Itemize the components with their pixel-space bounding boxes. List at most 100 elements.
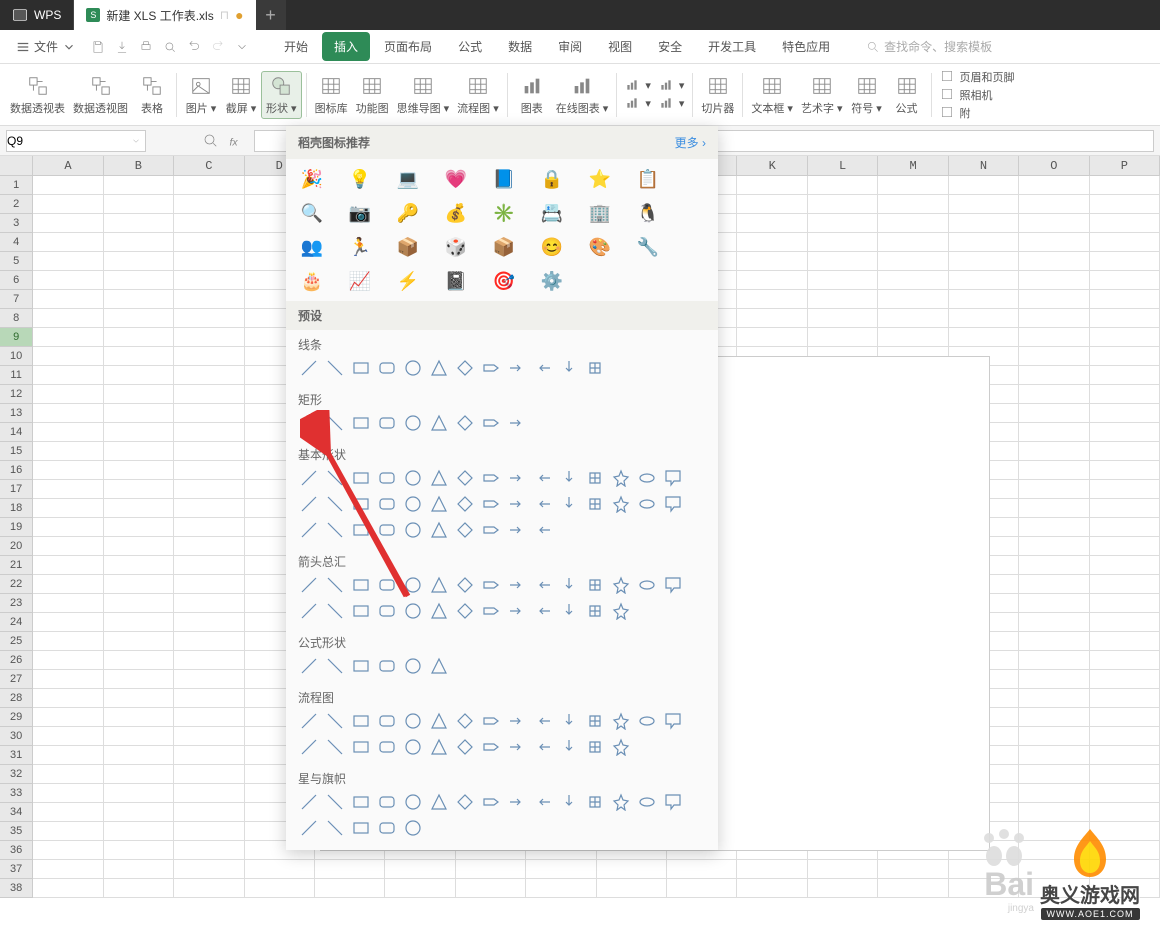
shape-option[interactable]	[350, 600, 372, 622]
col-header[interactable]: B	[104, 156, 174, 176]
row-header[interactable]: 22	[0, 575, 33, 594]
recommended-icon[interactable]: 📋	[636, 167, 660, 191]
cell[interactable]	[174, 328, 244, 347]
qat-more-icon[interactable]	[232, 37, 252, 57]
shape-option[interactable]	[350, 791, 372, 813]
cell[interactable]	[1019, 708, 1089, 727]
cell[interactable]	[33, 537, 103, 556]
recommended-icon[interactable]: 📓	[444, 269, 468, 293]
row-header[interactable]: 10	[0, 347, 33, 366]
shape-option[interactable]	[350, 817, 372, 839]
cell[interactable]	[104, 765, 174, 784]
cell[interactable]	[385, 860, 455, 879]
col-header[interactable]: C	[174, 156, 244, 176]
row-header[interactable]: 15	[0, 442, 33, 461]
shape-option[interactable]	[298, 817, 320, 839]
cell[interactable]	[33, 499, 103, 518]
cell[interactable]	[104, 499, 174, 518]
cell[interactable]	[1019, 651, 1089, 670]
shape-option[interactable]	[558, 467, 580, 489]
cell[interactable]	[878, 879, 948, 898]
recommended-icon[interactable]: 📦	[396, 235, 420, 259]
preview-icon[interactable]	[160, 37, 180, 57]
cell[interactable]	[1090, 347, 1160, 366]
recommended-icon[interactable]: 🎂	[300, 269, 324, 293]
shape-option[interactable]	[402, 519, 424, 541]
cell[interactable]	[33, 670, 103, 689]
cell[interactable]	[174, 366, 244, 385]
cell[interactable]	[1019, 746, 1089, 765]
cell[interactable]	[456, 860, 526, 879]
row-header[interactable]: 32	[0, 765, 33, 784]
shape-option[interactable]	[480, 736, 502, 758]
cell[interactable]	[33, 480, 103, 499]
cell[interactable]	[949, 233, 1019, 252]
row-header[interactable]: 29	[0, 708, 33, 727]
chart-type-button[interactable]: ▾	[659, 96, 685, 112]
row-header[interactable]: 36	[0, 841, 33, 860]
row-header[interactable]: 16	[0, 461, 33, 480]
col-header[interactable]: P	[1090, 156, 1160, 176]
cell[interactable]	[33, 214, 103, 233]
cell[interactable]	[33, 784, 103, 803]
cell[interactable]	[104, 746, 174, 765]
cell[interactable]	[104, 423, 174, 442]
cell[interactable]	[104, 613, 174, 632]
cell[interactable]	[1090, 480, 1160, 499]
cell[interactable]	[33, 689, 103, 708]
cell[interactable]	[1090, 594, 1160, 613]
shape-option[interactable]	[454, 710, 476, 732]
cell[interactable]	[737, 233, 807, 252]
recommended-icon[interactable]: 🔑	[396, 201, 420, 225]
cell[interactable]	[104, 537, 174, 556]
cell[interactable]	[1090, 423, 1160, 442]
cell[interactable]	[104, 651, 174, 670]
cell[interactable]	[174, 632, 244, 651]
cell[interactable]	[33, 366, 103, 385]
cell[interactable]	[949, 271, 1019, 290]
cell[interactable]	[737, 879, 807, 898]
shape-option[interactable]	[610, 600, 632, 622]
cell[interactable]	[104, 727, 174, 746]
recommended-icon[interactable]: 🎨	[588, 235, 612, 259]
shape-option[interactable]	[532, 574, 554, 596]
row-header[interactable]: 3	[0, 214, 33, 233]
recommended-icon[interactable]: 📘	[492, 167, 516, 191]
shape-option[interactable]	[584, 493, 606, 515]
shape-option[interactable]	[532, 467, 554, 489]
cell[interactable]	[737, 860, 807, 879]
shape-option[interactable]	[298, 736, 320, 758]
cell[interactable]	[33, 233, 103, 252]
shape-option[interactable]	[532, 519, 554, 541]
cell[interactable]	[1090, 765, 1160, 784]
tab-pin-icon[interactable]: ⊓	[220, 8, 229, 22]
cell[interactable]	[33, 385, 103, 404]
cell[interactable]	[597, 860, 667, 879]
cell[interactable]	[104, 708, 174, 727]
cell[interactable]	[949, 214, 1019, 233]
shape-option[interactable]	[350, 710, 372, 732]
menu-tab[interactable]: 公式	[446, 32, 494, 61]
cell[interactable]	[1090, 537, 1160, 556]
shape-option[interactable]	[532, 791, 554, 813]
cell[interactable]	[315, 860, 385, 879]
shape-option[interactable]	[480, 710, 502, 732]
ribbon-button[interactable]: 图表	[512, 72, 552, 118]
cell[interactable]	[1019, 366, 1089, 385]
shape-option[interactable]	[402, 600, 424, 622]
cell[interactable]	[174, 423, 244, 442]
cell[interactable]	[1090, 651, 1160, 670]
cell[interactable]	[174, 499, 244, 518]
row-header[interactable]: 24	[0, 613, 33, 632]
shape-option[interactable]	[428, 710, 450, 732]
cell[interactable]	[174, 575, 244, 594]
shape-option[interactable]	[506, 493, 528, 515]
recommended-icon[interactable]: 🔧	[636, 235, 660, 259]
cell[interactable]	[174, 442, 244, 461]
cell[interactable]	[104, 784, 174, 803]
cell[interactable]	[174, 822, 244, 841]
row-header[interactable]: 33	[0, 784, 33, 803]
cell[interactable]	[1090, 233, 1160, 252]
col-header[interactable]: N	[949, 156, 1019, 176]
shape-option[interactable]	[324, 493, 346, 515]
